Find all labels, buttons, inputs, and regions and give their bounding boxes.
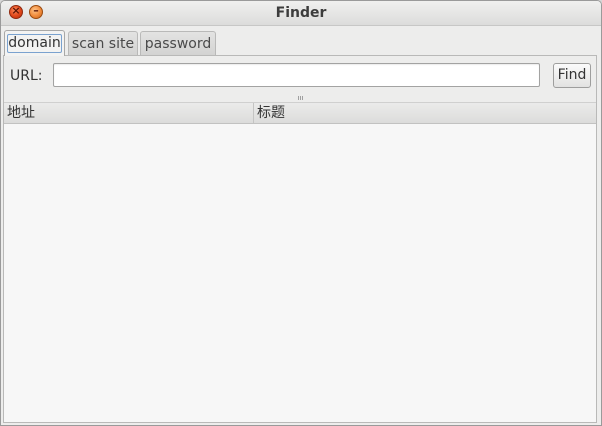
- tab-label: password: [144, 36, 212, 52]
- tab-focus-ring: [7, 34, 62, 53]
- tab-domain[interactable]: domain: [4, 30, 65, 56]
- splitter-handle[interactable]: [298, 96, 306, 100]
- url-input[interactable]: [53, 63, 540, 87]
- results-table[interactable]: 地址 标题: [4, 102, 596, 422]
- tab-password[interactable]: password: [140, 31, 216, 55]
- domain-panel: URL: Find 地址 标题: [3, 55, 597, 423]
- finder-window: × – Finder domain scan site password URL…: [0, 0, 602, 426]
- title-bar[interactable]: × – Finder: [1, 1, 601, 26]
- tab-scan-site[interactable]: scan site: [68, 31, 138, 55]
- table-body[interactable]: [4, 124, 596, 422]
- find-button[interactable]: Find: [553, 63, 591, 88]
- tab-label: scan site: [71, 36, 135, 52]
- table-header: 地址 标题: [4, 102, 596, 124]
- column-header-address[interactable]: 地址: [4, 103, 254, 123]
- window-title: Finder: [275, 5, 327, 21]
- column-header-title[interactable]: 标题: [254, 103, 596, 123]
- url-label: URL:: [10, 68, 43, 84]
